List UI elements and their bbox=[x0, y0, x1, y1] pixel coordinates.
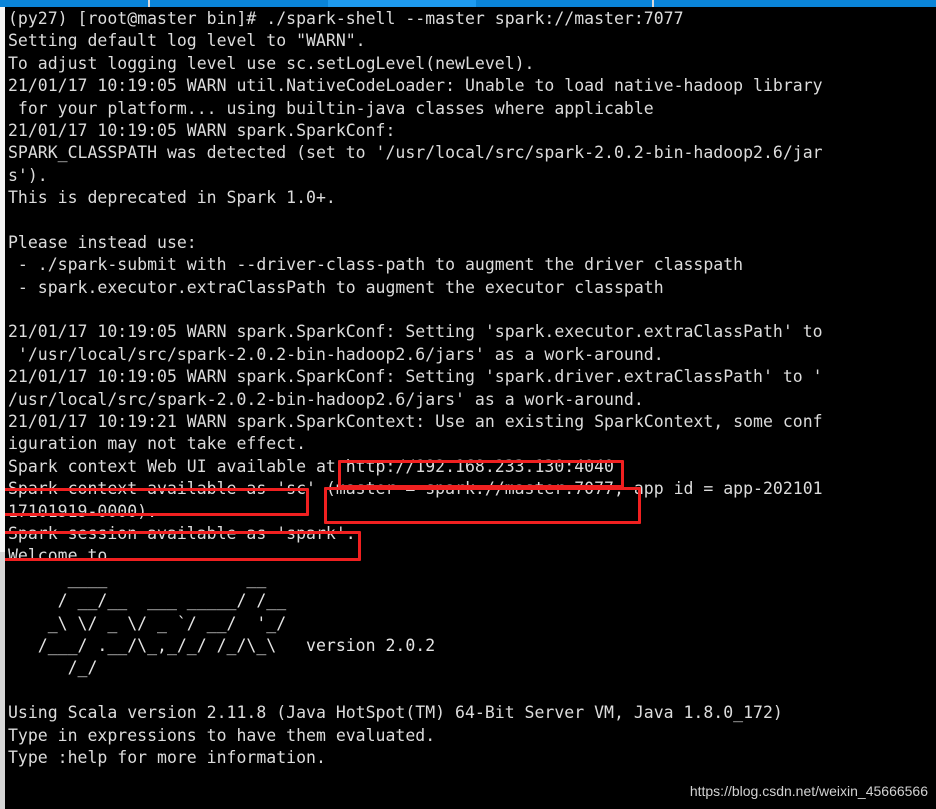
console-line: 21/01/17 10:19:21 WARN spark.SparkContex… bbox=[8, 412, 823, 432]
tab-inactive-mid[interactable] bbox=[150, 0, 328, 7]
console-line: 21/01/17 10:19:05 WARN spark.SparkConf: bbox=[8, 120, 396, 140]
console-line: _\ \/ _ \/ _ `/ __/ '_/ bbox=[8, 613, 287, 633]
console-line: 21/01/17 10:19:05 WARN spark.SparkConf: … bbox=[8, 322, 823, 342]
console-line: Spark context available as 'sc' (master … bbox=[8, 479, 823, 499]
console-line: iguration may not take effect. bbox=[8, 434, 307, 454]
scrollbar-track[interactable] bbox=[0, 7, 5, 809]
scrollbar-thumb[interactable] bbox=[0, 7, 5, 552]
console-line: 21/01/17 10:19:05 WARN util.NativeCodeLo… bbox=[8, 76, 823, 96]
tab-inactive-left[interactable] bbox=[0, 0, 148, 7]
tab-inactive-far[interactable] bbox=[654, 0, 936, 7]
console-line: Type in expressions to have them evaluat… bbox=[8, 725, 436, 745]
console-output[interactable]: (py27) [root@master bin]# ./spark-shell … bbox=[8, 8, 936, 769]
console-line: ____ __ bbox=[8, 568, 267, 588]
console-line: Welcome to bbox=[8, 546, 108, 566]
terminal-window[interactable]: (py27) [root@master bin]# ./spark-shell … bbox=[0, 0, 936, 809]
console-line: SPARK_CLASSPATH was detected (set to '/u… bbox=[8, 143, 823, 163]
console-line: Spark context Web UI available at http:/… bbox=[8, 456, 614, 476]
tab-active[interactable] bbox=[328, 0, 476, 7]
console-line: (py27) [root@master bin]# ./spark-shell … bbox=[8, 9, 684, 28]
console-line: Please instead use: bbox=[8, 232, 197, 252]
console-line: To adjust logging level use sc.setLogLev… bbox=[8, 53, 535, 73]
console-line: /_/ bbox=[8, 658, 98, 678]
console-line: /usr/local/src/spark-2.0.2-bin-hadoop2.6… bbox=[8, 389, 644, 409]
console-line: / __/__ ___ _____/ /__ bbox=[8, 591, 287, 611]
console-line: /___/ .__/\_,_/_/ /_/\_\ version 2.0.2 bbox=[8, 635, 436, 655]
console-line: Setting default log level to "WARN". bbox=[8, 31, 366, 51]
tab-strip[interactable] bbox=[0, 0, 936, 7]
console-line: s'). bbox=[8, 165, 48, 185]
console-line: Using Scala version 2.11.8 (Java HotSpot… bbox=[8, 703, 783, 723]
tab-inactive-right[interactable] bbox=[476, 0, 652, 7]
console-line: 17101919-0000). bbox=[8, 501, 158, 521]
watermark: https://blog.csdn.net/weixin_45666566 bbox=[689, 783, 928, 799]
console-line: '/usr/local/src/spark-2.0.2-bin-hadoop2.… bbox=[8, 344, 664, 364]
console-line: This is deprecated in Spark 1.0+. bbox=[8, 188, 336, 208]
console-line: - spark.executor.extraClassPath to augme… bbox=[8, 277, 664, 297]
console-line: for your platform... using builtin-java … bbox=[8, 98, 654, 118]
console-line: Type :help for more information. bbox=[8, 747, 326, 767]
console-line: 21/01/17 10:19:05 WARN spark.SparkConf: … bbox=[8, 367, 823, 387]
console-line: Spark session available as 'spark'. bbox=[8, 523, 356, 543]
console-line: - ./spark-submit with --driver-class-pat… bbox=[8, 255, 744, 275]
